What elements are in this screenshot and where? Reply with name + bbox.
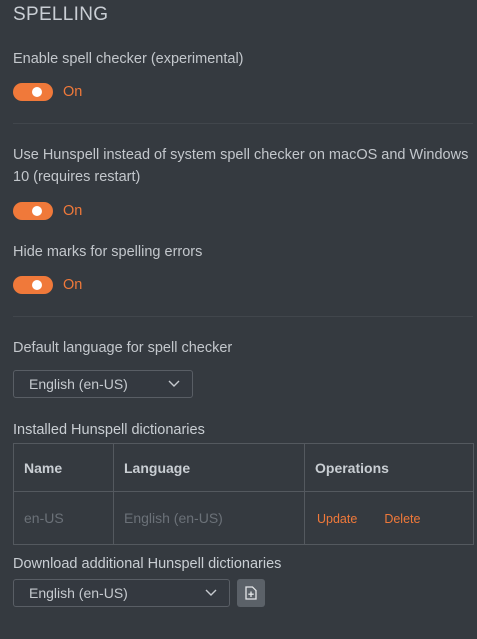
hide-marks-toggle-row: On — [13, 275, 82, 295]
table-row: en-US English (en-US) Update Delete — [13, 491, 474, 545]
hunspell-label-line1: Use Hunspell instead of system spell che… — [13, 147, 469, 163]
toggle-knob — [32, 87, 42, 97]
spell-checker-state: On — [63, 84, 83, 100]
hunspell-toggle[interactable] — [13, 202, 53, 220]
update-dictionary-button[interactable]: Update — [317, 512, 357, 526]
default-language-select[interactable]: English (en-US) — [13, 370, 193, 398]
download-dictionaries-label: Download additional Hunspell dictionarie… — [13, 556, 282, 572]
hide-marks-toggle[interactable] — [13, 276, 53, 294]
spelling-settings-page: SPELLING Enable spell checker (experimen… — [0, 0, 477, 639]
divider — [13, 123, 473, 124]
delete-dictionary-button[interactable]: Delete — [384, 512, 420, 526]
download-language-select[interactable]: English (en-US) — [13, 579, 230, 607]
section-title: SPELLING — [13, 4, 109, 25]
column-header-operations: Operations — [304, 442, 474, 493]
default-language-label: Default language for spell checker — [13, 340, 233, 356]
file-upload-icon — [245, 586, 257, 600]
hunspell-state: On — [63, 203, 83, 219]
installed-dictionaries-label: Installed Hunspell dictionaries — [13, 422, 205, 438]
download-dictionary-button[interactable] — [237, 579, 265, 607]
installed-dictionaries-table: Name Language Operations en-US English (… — [13, 442, 474, 545]
hunspell-label: Use Hunspell instead of system spell che… — [13, 144, 468, 188]
hide-marks-label: Hide marks for spelling errors — [13, 244, 203, 260]
dictionary-name-cell: en-US — [13, 491, 114, 545]
chevron-down-icon — [205, 589, 217, 596]
column-header-language: Language — [113, 442, 305, 493]
spell-checker-label: Enable spell checker (experimental) — [13, 51, 244, 67]
hunspell-toggle-row: On — [13, 201, 82, 221]
hide-marks-state: On — [63, 277, 83, 293]
table-header-row: Name Language Operations — [13, 442, 474, 493]
dictionary-language-cell: English (en-US) — [113, 491, 305, 545]
toggle-knob — [32, 206, 42, 216]
spell-checker-toggle[interactable] — [13, 83, 53, 101]
toggle-knob — [32, 280, 42, 290]
default-language-value: English (en-US) — [29, 376, 128, 392]
column-header-name: Name — [13, 442, 114, 493]
download-language-value: English (en-US) — [29, 585, 128, 601]
dictionary-operations-cell: Update Delete — [304, 491, 474, 545]
divider — [13, 316, 473, 317]
hunspell-label-line2: 10 (requires restart) — [13, 169, 141, 185]
spell-checker-toggle-row: On — [13, 82, 82, 102]
chevron-down-icon — [168, 380, 180, 387]
